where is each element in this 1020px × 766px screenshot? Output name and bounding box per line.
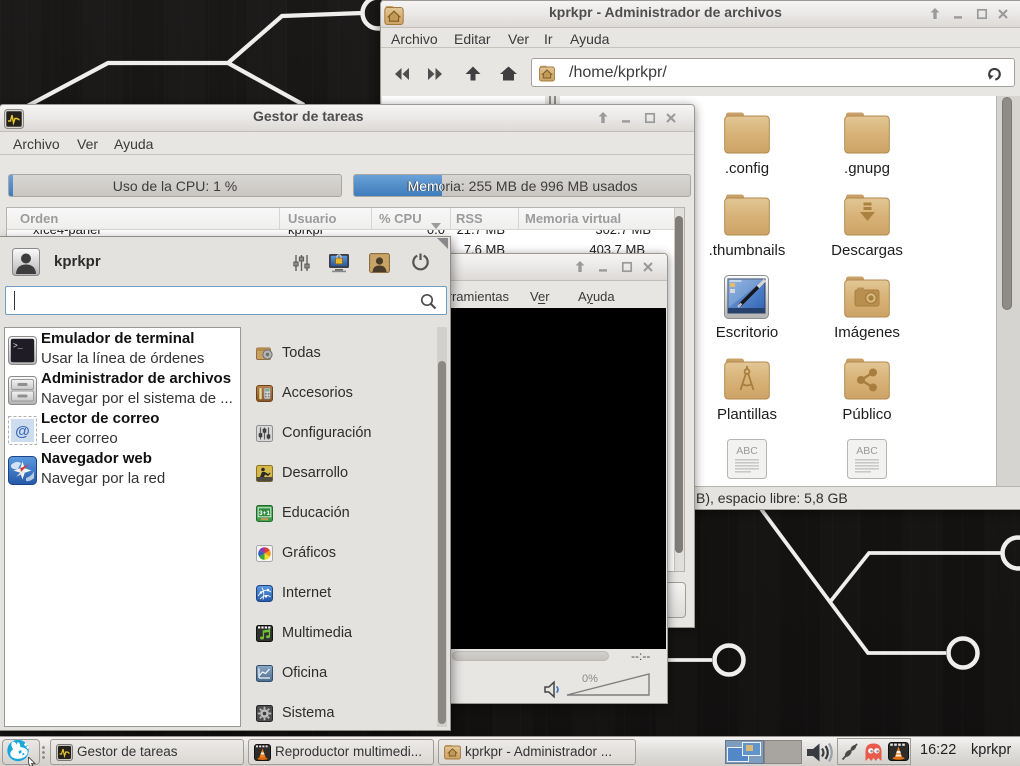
svg-text:@: @ [15, 423, 30, 440]
svg-text:ABC: ABC [736, 445, 758, 457]
svg-text:>_: >_ [13, 342, 23, 351]
svg-text:3+1: 3+1 [259, 510, 270, 517]
svg-text:ABC: ABC [856, 445, 878, 457]
